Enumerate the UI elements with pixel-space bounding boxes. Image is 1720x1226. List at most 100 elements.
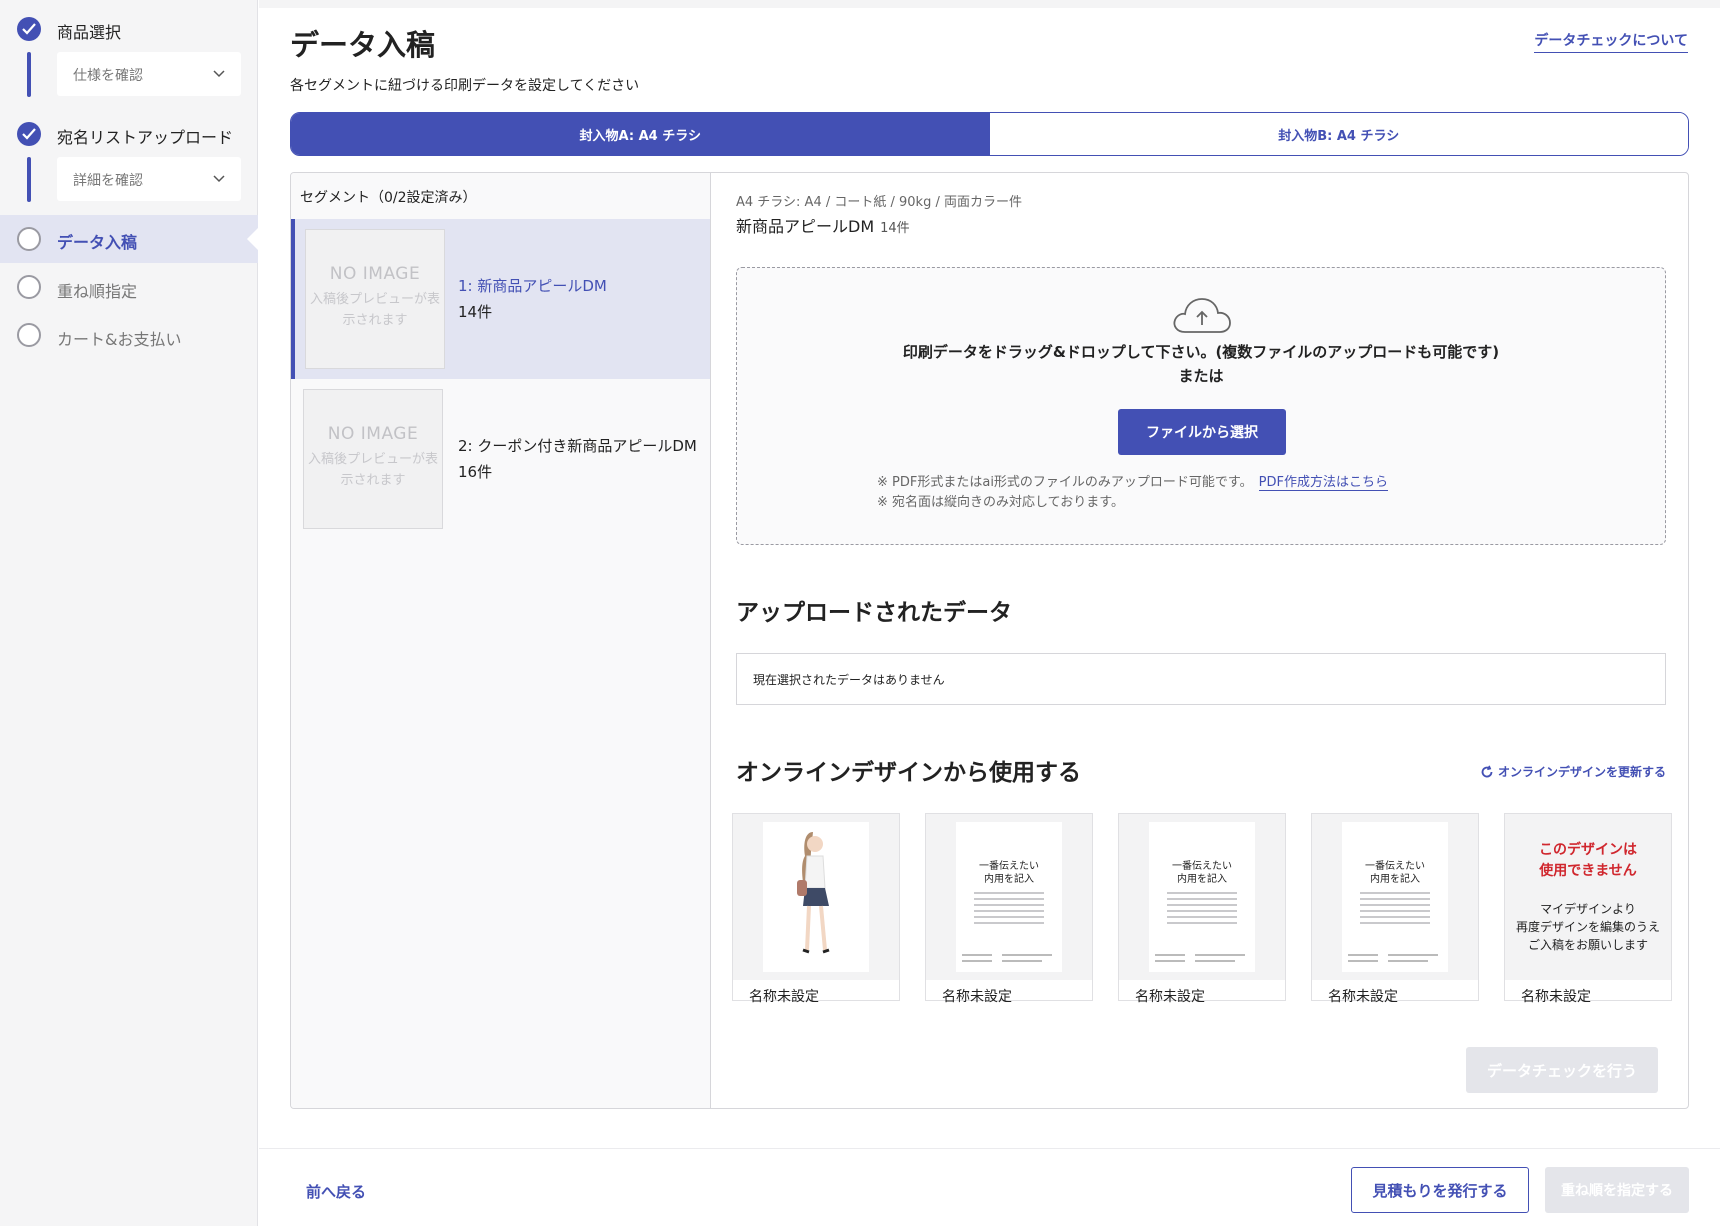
- submission-panel: セグメント（0/2設定済み） NO IMAGE 入稿後プレビューが表示されます …: [290, 172, 1689, 1109]
- design-name: 名称未設定: [1135, 989, 1205, 1005]
- back-link[interactable]: 前へ戻る: [306, 1181, 366, 1202]
- design-card[interactable]: 名称未設定: [732, 813, 900, 1005]
- design-name: 名称未設定: [1328, 989, 1398, 1005]
- template-heading-line: 一番伝えたい: [1365, 861, 1425, 872]
- template-body-lines: [1360, 892, 1430, 928]
- empty-circle-icon: [17, 323, 41, 347]
- template-preview: 一番伝えたい 内用を記入: [1342, 822, 1448, 972]
- page-subtitle: 各セグメントに紐づける印刷データを設定してください: [290, 78, 640, 94]
- design-name: 名称未設定: [749, 989, 819, 1005]
- unavailable-title-line: 使用できません: [1539, 863, 1637, 879]
- no-image-title: NO IMAGE: [327, 424, 419, 444]
- data-check-info-link[interactable]: データチェックについて: [1534, 30, 1688, 53]
- product-spec: A4 チラシ: A4 / コート紙 / 90kg / 両面カラー件: [736, 195, 1022, 210]
- design-card[interactable]: 一番伝えたい 内用を記入 名称未設定: [1311, 813, 1479, 1005]
- segment-title: 新商品アピールDM 14件: [736, 213, 910, 237]
- segment-list-header: セグメント（0/2設定済み）: [300, 190, 477, 206]
- design-thumbnail: 一番伝えたい 内用を記入: [1119, 814, 1285, 980]
- step-label: 宛名リストアップロード: [57, 128, 234, 147]
- cloud-upload-icon: [1173, 298, 1231, 333]
- template-heading: 一番伝えたい 内用を記入: [1342, 860, 1448, 886]
- template-heading: 一番伝えたい 内用を記入: [956, 860, 1062, 886]
- woman-illustration-icon: [797, 832, 830, 954]
- format-note-text: ※ PDF形式またはai形式のファイルのみアップロード可能です。: [877, 475, 1253, 490]
- dropzone-main-text: 印刷データをドラッグ&ドロップして下さい。(複数ファイルのアップロードも可能です…: [902, 343, 1500, 361]
- template-body-lines: [974, 892, 1044, 928]
- page-title: データ入稿: [290, 28, 436, 62]
- step-product-select[interactable]: 商品選択: [0, 16, 258, 42]
- data-check-button[interactable]: データチェックを行う: [1466, 1047, 1658, 1093]
- chevron-down-icon: [213, 175, 225, 183]
- online-design-list: 名称未設定 一番伝えたい 内用を記入 名称未設定 一番伝えたい 内用を記入 名称…: [732, 813, 1682, 1005]
- template-heading-line: 内用を記入: [984, 874, 1034, 885]
- template-preview: 一番伝えたい 内用を記入: [956, 822, 1062, 972]
- segment-detail: A4 チラシ: A4 / コート紙 / 90kg / 両面カラー件 新商品アピー…: [712, 173, 1688, 1108]
- check-circle-icon: [17, 17, 41, 41]
- design-card[interactable]: 一番伝えたい 内用を記入 名称未設定: [1118, 813, 1286, 1005]
- details-confirm-select[interactable]: 詳細を確認: [57, 157, 241, 201]
- format-note: ※ PDF形式またはai形式のファイルのみアップロード可能です。 PDF作成方法は…: [877, 471, 1388, 491]
- unavailable-title: このデザインは 使用できません: [1505, 840, 1671, 882]
- orientation-note: ※ 宛名面は縦向きのみ対応しております。: [877, 495, 1124, 510]
- refresh-online-design-link[interactable]: オンラインデザインを更新する: [1480, 763, 1666, 780]
- unavailable-message-line: マイデザインより: [1540, 902, 1636, 916]
- stacking-order-button[interactable]: 重ね順を指定する: [1545, 1167, 1689, 1213]
- select-file-button[interactable]: ファイルから選択: [1118, 409, 1286, 455]
- online-design-title: オンラインデザインから使用する: [736, 760, 1081, 786]
- unavailable-title-line: このデザインは: [1539, 842, 1637, 858]
- top-strip: [259, 0, 1720, 8]
- pdf-guide-link[interactable]: PDF作成方法はこちら: [1258, 475, 1388, 491]
- segment-list: セグメント（0/2設定済み） NO IMAGE 入稿後プレビューが表示されます …: [291, 173, 711, 1108]
- step-connector: [27, 52, 31, 97]
- step-data-submission[interactable]: データ入稿: [0, 215, 259, 263]
- segment-title-count: 14件: [880, 221, 910, 236]
- design-card-unavailable[interactable]: このデザインは 使用できません マイデザインより 再度デザインを編集のうえ ご入…: [1504, 813, 1672, 1005]
- step-label: カート&お支払い: [57, 330, 182, 349]
- no-image-placeholder: NO IMAGE 入稿後プレビューが表示されます: [303, 389, 443, 529]
- uploaded-data-box: 現在選択されたデータはありません: [736, 653, 1666, 705]
- footer-bar: 前へ戻る 見積もりを発行する 重ね順を指定する: [259, 1148, 1720, 1226]
- check-circle-icon: [17, 122, 41, 146]
- segment-item[interactable]: NO IMAGE 入稿後プレビューが表示されます 2: クーポン付き新商品アピー…: [291, 379, 710, 539]
- unavailable-message: マイデザインより 再度デザインを編集のうえ ご入稿をお願いします: [1505, 900, 1671, 954]
- template-heading-line: 内用を記入: [1177, 874, 1227, 885]
- step-address-upload[interactable]: 宛名リストアップロード: [0, 121, 258, 147]
- empty-circle-icon: [17, 275, 41, 299]
- template-heading-line: 一番伝えたい: [979, 861, 1039, 872]
- issue-quote-button[interactable]: 見積もりを発行する: [1351, 1167, 1529, 1213]
- template-footer: [962, 954, 1056, 966]
- refresh-icon: [1481, 764, 1493, 777]
- unavailable-message-line: ご入稿をお願いします: [1527, 938, 1648, 952]
- step-label: 商品選択: [57, 23, 122, 42]
- step-cart-payment[interactable]: カート&お支払い: [0, 322, 258, 349]
- design-name: 名称未設定: [942, 989, 1012, 1005]
- select-label: 仕様を確認: [73, 68, 143, 84]
- segment-count: 16件: [458, 463, 493, 481]
- segment-title-name: 新商品アピールDM: [736, 217, 875, 236]
- template-footer: [1155, 954, 1249, 966]
- template-heading-line: 一番伝えたい: [1172, 861, 1232, 872]
- no-image-caption: 入稿後プレビューが表示されます: [308, 452, 439, 488]
- design-thumbnail: このデザインは 使用できません マイデザインより 再度デザインを編集のうえ ご入…: [1505, 814, 1671, 980]
- select-label: 詳細を確認: [73, 173, 143, 189]
- step-connector: [27, 157, 31, 202]
- segment-item[interactable]: NO IMAGE 入稿後プレビューが表示されます 1: 新商品アピールDM 14…: [291, 219, 710, 379]
- template-heading: 一番伝えたい 内用を記入: [1149, 860, 1255, 886]
- tab-enclosure-a[interactable]: 封入物A: A4 チラシ: [291, 113, 990, 155]
- refresh-label: オンラインデザインを更新する: [1497, 765, 1666, 779]
- tab-enclosure-b[interactable]: 封入物B: A4 チラシ: [989, 113, 1688, 155]
- enclosure-tabs: 封入物A: A4 チラシ 封入物B: A4 チラシ: [290, 112, 1689, 156]
- design-card[interactable]: 一番伝えたい 内用を記入 名称未設定: [925, 813, 1093, 1005]
- template-heading-line: 内用を記入: [1370, 874, 1420, 885]
- design-name: 名称未設定: [1521, 989, 1591, 1005]
- segment-count: 14件: [458, 303, 493, 321]
- file-dropzone[interactable]: 印刷データをドラッグ&ドロップして下さい。(複数ファイルのアップロードも可能です…: [736, 267, 1666, 545]
- design-thumbnail: [733, 814, 899, 980]
- step-stacking-order[interactable]: 重ね順指定: [0, 274, 258, 301]
- spec-confirm-select[interactable]: 仕様を確認: [57, 52, 241, 96]
- no-image-title: NO IMAGE: [329, 264, 421, 284]
- design-thumbnail: 一番伝えたい 内用を記入: [926, 814, 1092, 980]
- chevron-down-icon: [213, 70, 225, 78]
- uploaded-data-title: アップロードされたデータ: [736, 600, 1012, 626]
- step-label: 重ね順指定: [57, 282, 138, 301]
